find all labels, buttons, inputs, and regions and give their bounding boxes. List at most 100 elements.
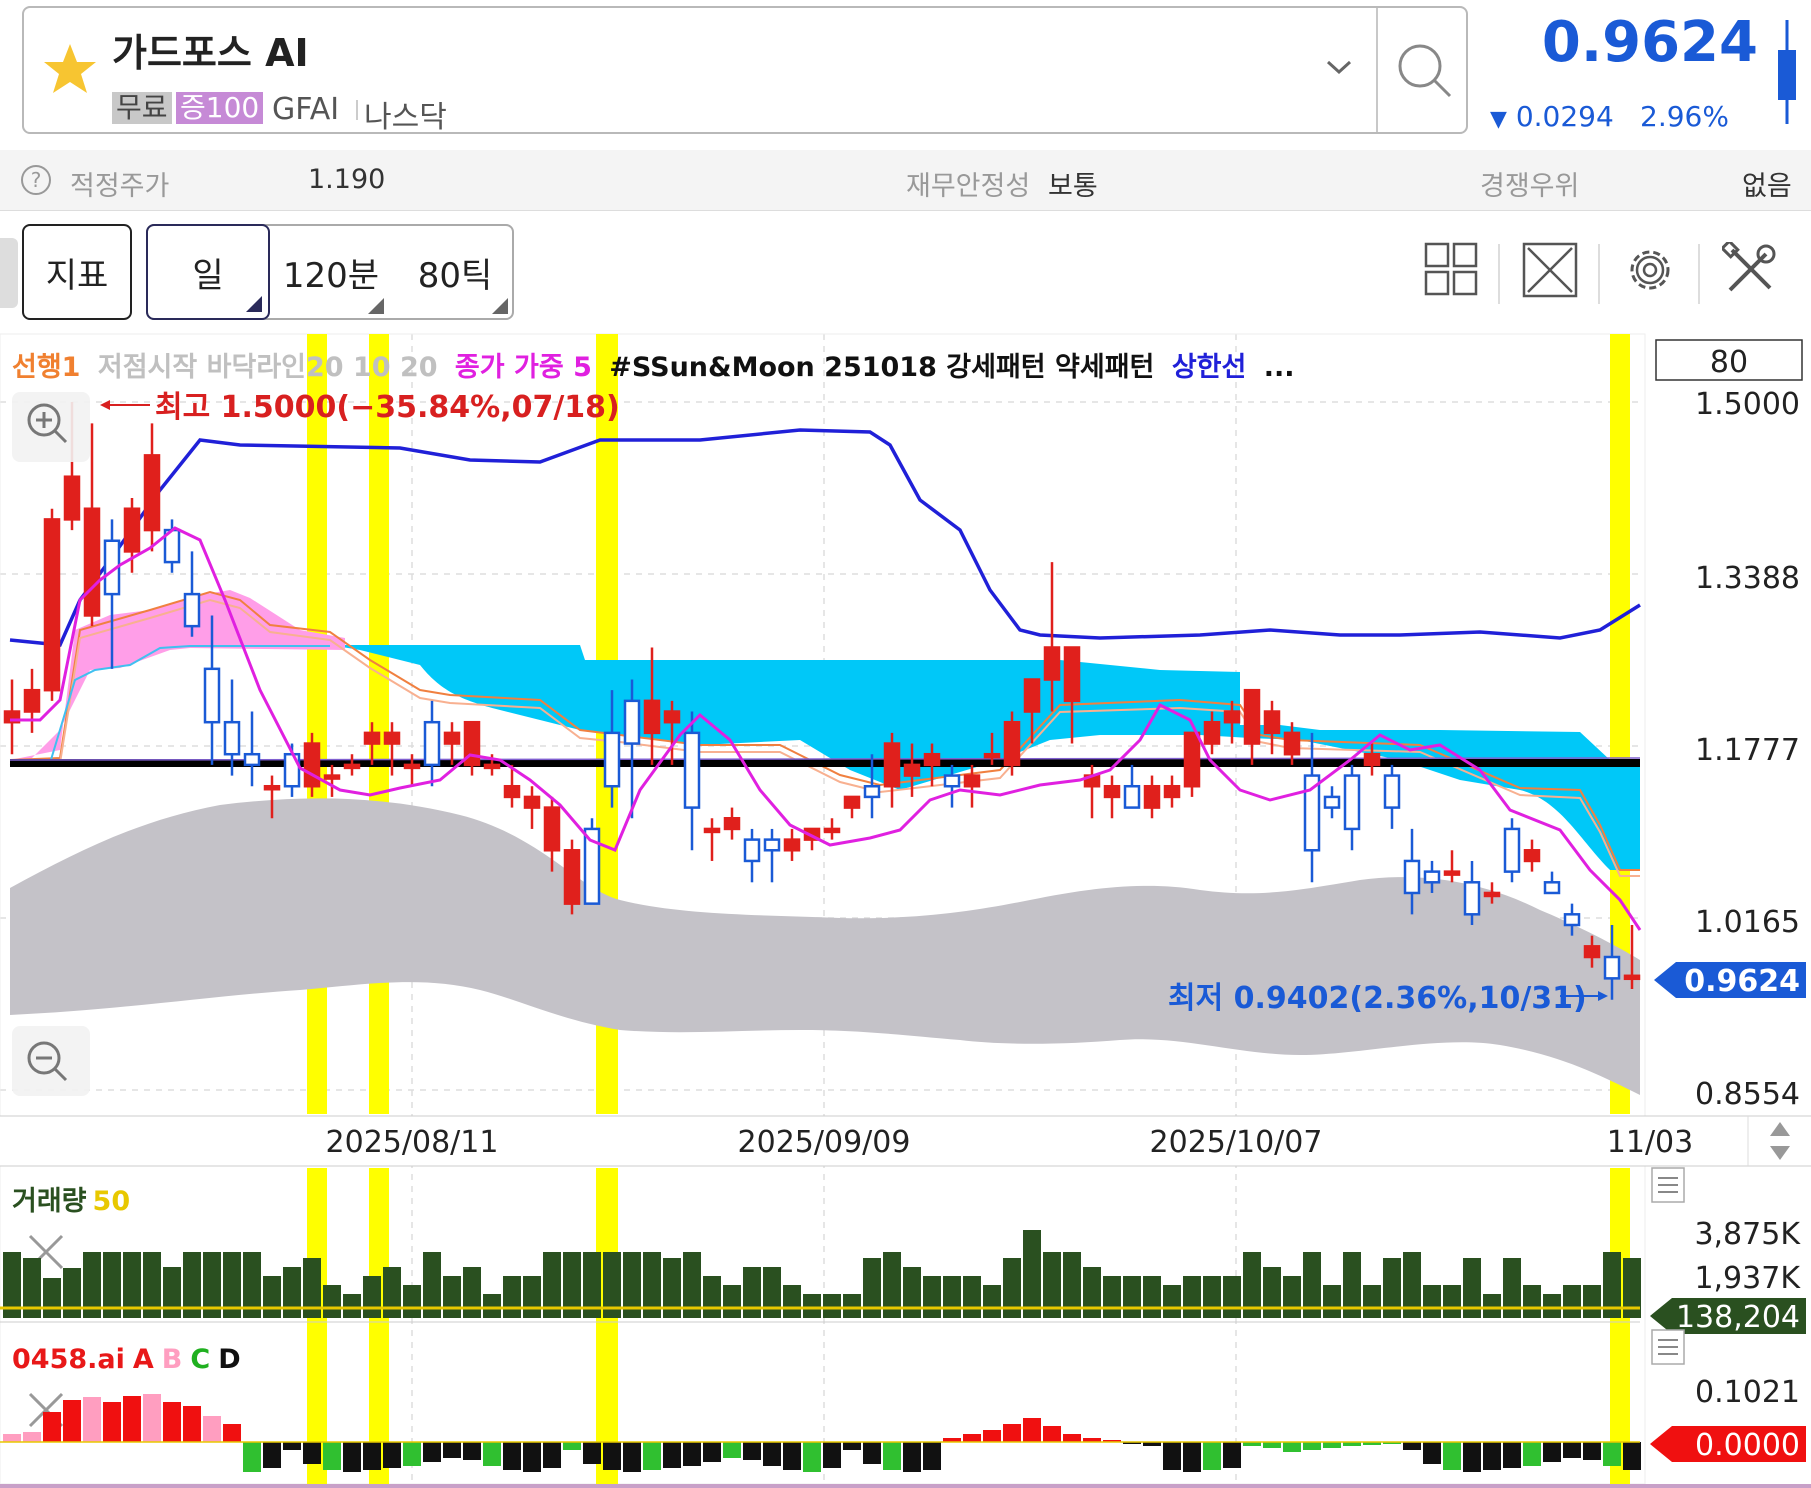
high-annotation: 최고 1.5000(−35.84%,07/18)	[100, 390, 620, 425]
svg-text:?: ?	[31, 168, 42, 192]
volume-bar	[743, 1267, 761, 1318]
ai-bar	[863, 1442, 881, 1464]
ai-bar	[243, 1442, 261, 1472]
grid-layout-icon[interactable]	[1424, 242, 1478, 296]
current-ai-label: 0.0000	[1695, 1428, 1800, 1463]
bar-count: 80	[1710, 345, 1748, 380]
tools-icon[interactable]	[1722, 242, 1778, 298]
candle	[1523, 839, 1541, 872]
volume-bar	[1323, 1285, 1341, 1318]
volume-bar	[1523, 1285, 1541, 1318]
volume-bar	[523, 1276, 541, 1318]
ai-bar	[883, 1442, 901, 1470]
menu-icon[interactable]	[1651, 1167, 1685, 1203]
price-tick: 1.5000	[1695, 387, 1800, 422]
volume-bar	[1123, 1276, 1141, 1318]
candle	[1143, 775, 1161, 819]
candle	[1443, 850, 1461, 883]
ai-bar	[963, 1434, 981, 1442]
candle	[703, 818, 721, 861]
period-120min-button[interactable]: 120분	[276, 224, 386, 320]
ai-bar	[403, 1442, 421, 1466]
ai-bar	[323, 1442, 341, 1470]
ai-bar	[343, 1442, 361, 1472]
candle	[423, 700, 441, 787]
menu-icon[interactable]	[1651, 1329, 1685, 1365]
price-change-percent: 2.96%	[1640, 100, 1729, 133]
volume-bar	[1423, 1285, 1441, 1318]
period-day-button[interactable]: 일	[146, 224, 270, 320]
ai-bar	[63, 1400, 81, 1442]
expand-icon[interactable]	[1522, 242, 1578, 298]
divider	[356, 100, 358, 120]
period-80tick-button[interactable]: 80틱	[400, 224, 510, 320]
volume-bar	[1183, 1276, 1201, 1318]
ai-bar	[623, 1442, 641, 1472]
ai-bar	[463, 1442, 481, 1460]
volume-bar	[763, 1267, 781, 1318]
volume-bar	[923, 1276, 941, 1318]
stability-value: 보통	[1048, 171, 1098, 202]
candle	[1343, 764, 1361, 851]
ai-bar	[223, 1424, 241, 1442]
candle	[1543, 871, 1561, 895]
fair-value: 1.190	[308, 164, 386, 195]
volume-bar	[723, 1285, 741, 1318]
price-change: ▼ 0.0294	[1490, 100, 1614, 133]
ai-bar	[923, 1442, 941, 1470]
svg-text:거래량50: 거래량 50	[12, 1186, 130, 1217]
volume-panel: 거래량 50 3,875K 1,937K 138,204	[0, 1167, 1806, 1335]
side-handle[interactable]	[0, 238, 18, 308]
ai-bar	[743, 1442, 761, 1460]
ai-bar	[1003, 1424, 1021, 1442]
chevron-down-icon[interactable]	[1324, 56, 1354, 78]
zoom-in-button[interactable]	[12, 392, 90, 462]
stock-selector[interactable]: 가드포스 AI 무료 증100 GFAI 나스닥	[22, 6, 1468, 135]
ai-bar	[1183, 1442, 1201, 1472]
current-price-label: 0.9624	[1684, 964, 1800, 999]
ai-bar	[1583, 1442, 1601, 1460]
ai-bar	[363, 1442, 381, 1470]
price-tick: 0.8554	[1695, 1077, 1800, 1112]
indicator-button[interactable]: 지표	[22, 224, 132, 320]
market-name: 나스닥	[364, 100, 447, 135]
ai-bar	[1203, 1442, 1221, 1470]
high-label: 최고 1.5000(−35.84%,07/18)	[155, 390, 620, 425]
volume-bar	[783, 1285, 801, 1318]
zoom-out-button[interactable]	[12, 1026, 90, 1096]
period-80tick-label: 80틱	[417, 255, 493, 296]
volume-bar	[483, 1294, 501, 1318]
volume-bar	[503, 1276, 521, 1318]
ai-bar	[1023, 1418, 1041, 1442]
candle	[323, 764, 341, 797]
date-tick: 2025/10/07	[1150, 1125, 1323, 1160]
price-chart[interactable]: 80 1.5000 1.3388 1.1777 1.0165 0.8554 0.…	[0, 330, 1811, 1488]
ai-bar	[823, 1442, 841, 1468]
price-tick: 1.0165	[1695, 905, 1800, 940]
gear-icon[interactable]	[1622, 242, 1678, 298]
ai-bar	[1563, 1442, 1581, 1458]
volume-bar	[843, 1294, 861, 1318]
candle	[963, 764, 981, 808]
valuation-bar: ? 적정주가 1.190 재무안정성 보통 경쟁우위 없음	[0, 150, 1811, 211]
free-badge: 무료	[112, 92, 172, 124]
ai-bar	[783, 1442, 801, 1470]
volume-bar	[1023, 1230, 1041, 1318]
volume-bar	[1103, 1276, 1121, 1318]
candle	[1323, 786, 1341, 819]
candle	[1503, 818, 1521, 883]
candle	[1103, 775, 1121, 819]
ai-bar	[1323, 1442, 1341, 1448]
date-tick: 2025/09/09	[738, 1125, 911, 1160]
indicator-legend[interactable]: 선행1 저점시작 바닥라인20 10 20 종가 가중 5 #SSun&Moon…	[12, 352, 1295, 383]
help-icon[interactable]: ?	[20, 164, 52, 196]
volume-bar	[43, 1278, 61, 1318]
ai-bar	[983, 1430, 1001, 1442]
ai-bar	[1443, 1442, 1461, 1470]
favorite-star-icon[interactable]	[42, 42, 98, 96]
ai-title: 0458.ai	[12, 1344, 125, 1375]
volume-bar	[1223, 1276, 1241, 1318]
ai-bar	[163, 1402, 181, 1442]
ai-bar	[663, 1442, 681, 1468]
search-button[interactable]	[1380, 8, 1468, 132]
